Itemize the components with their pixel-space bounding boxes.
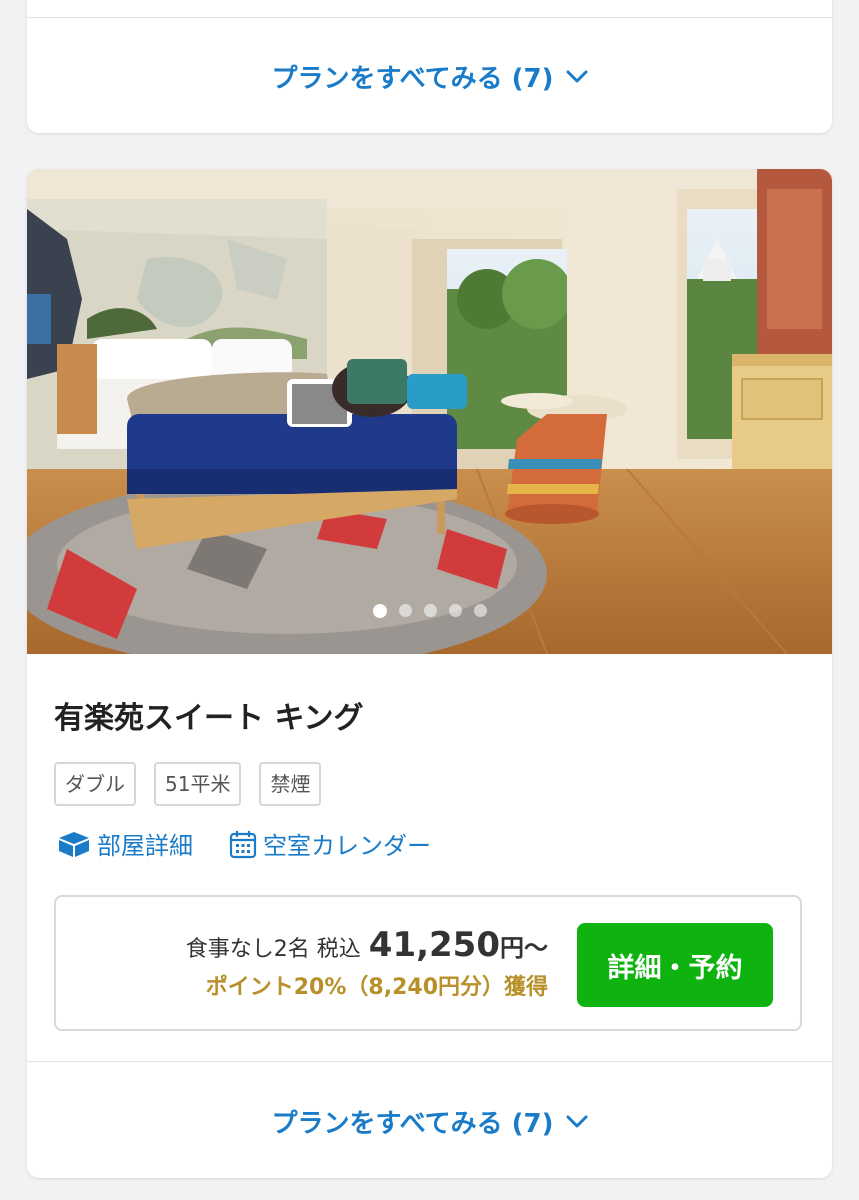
tag-bed-type: ダブル bbox=[54, 762, 136, 806]
room-card: 有楽苑スイート キング ダブル 51平米 禁煙 部屋詳細 空室カレンダー 食事な… bbox=[27, 169, 832, 1178]
show-all-plans-link[interactable]: プランをすべてみる (7) bbox=[27, 54, 832, 99]
room-links: 部屋詳細 空室カレンダー bbox=[57, 826, 431, 861]
carousel-dot[interactable] bbox=[423, 604, 437, 617]
vacancy-calendar-label: 空室カレンダー bbox=[263, 832, 431, 860]
show-all-plans-label: プランをすべてみる (7) bbox=[271, 1109, 554, 1139]
price-info: 食事なし2名 税込 41,250 円〜 ポイント20%（8,240円分）獲得 bbox=[186, 925, 548, 1001]
price-condition: 食事なし2名 税込 bbox=[185, 937, 361, 962]
room-title: 有楽苑スイート キング bbox=[54, 701, 364, 736]
details-reserve-button[interactable]: 詳細・予約 bbox=[577, 923, 773, 1007]
tag-smoking: 禁煙 bbox=[259, 762, 322, 806]
price-suffix: 円〜 bbox=[500, 934, 548, 962]
previous-room-card: プランをすべてみる (7) bbox=[27, 0, 832, 133]
calendar-icon bbox=[229, 830, 257, 858]
room-photo[interactable] bbox=[27, 169, 832, 654]
carousel-dot[interactable] bbox=[448, 604, 462, 617]
card-divider bbox=[27, 1061, 832, 1062]
plan-price-box: 食事なし2名 税込 41,250 円〜 ポイント20%（8,240円分）獲得 詳… bbox=[54, 895, 802, 1031]
points-earned: ポイント20%（8,240円分）獲得 bbox=[205, 975, 548, 1000]
chevron-down-icon bbox=[566, 70, 588, 82]
room-tags: ダブル 51平米 禁煙 bbox=[54, 762, 322, 806]
carousel-indicator[interactable] bbox=[27, 604, 832, 618]
room-details-link[interactable]: 部屋詳細 bbox=[57, 826, 193, 861]
price-amount: 41,250 bbox=[368, 925, 500, 965]
carousel-dot[interactable] bbox=[473, 604, 487, 617]
price-line: 食事なし2名 税込 41,250 円〜 bbox=[186, 925, 548, 965]
carousel-dot[interactable] bbox=[398, 604, 412, 617]
carousel-dot-active[interactable] bbox=[372, 604, 387, 618]
show-all-plans-label: プランをすべてみる (7) bbox=[271, 64, 554, 94]
cube-icon bbox=[59, 831, 89, 857]
chevron-down-icon bbox=[566, 1115, 588, 1127]
tag-room-size: 51平米 bbox=[154, 762, 242, 806]
card-divider bbox=[27, 17, 832, 18]
show-all-plans-link[interactable]: プランをすべてみる (7) bbox=[27, 1099, 832, 1144]
room-details-label: 部屋詳細 bbox=[97, 832, 193, 860]
vacancy-calendar-link[interactable]: 空室カレンダー bbox=[229, 826, 431, 861]
